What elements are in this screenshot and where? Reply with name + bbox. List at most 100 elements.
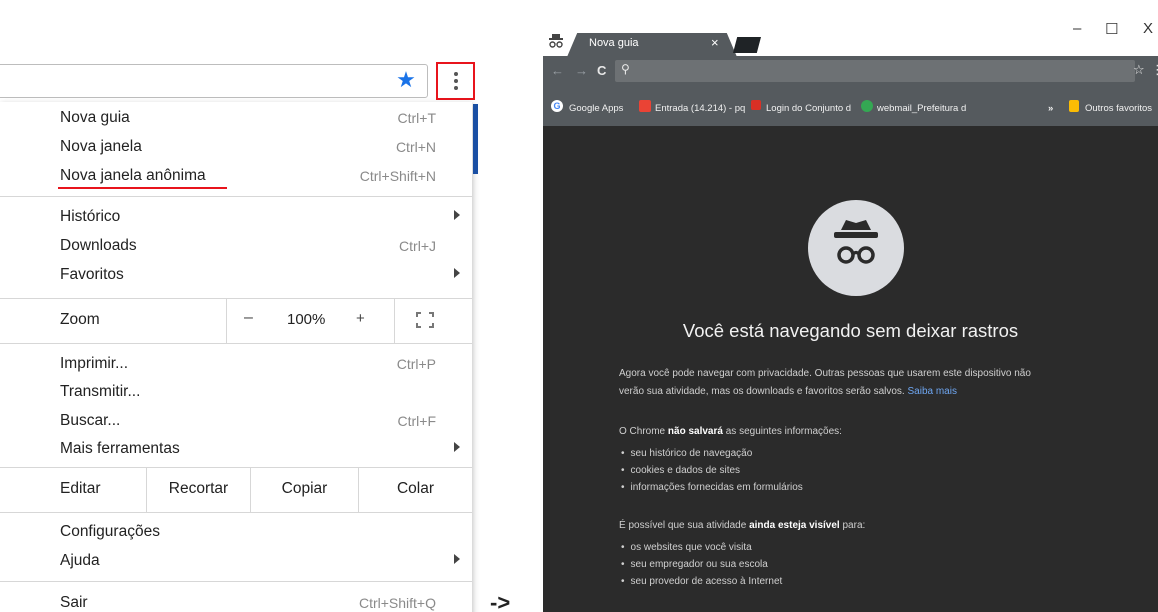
- intro-text: Agora você pode navegar com privacidade.…: [619, 368, 1031, 379]
- menu-item-label: Buscar...: [60, 412, 121, 429]
- close-window-button[interactable]: X: [1143, 20, 1153, 37]
- menu-item-shortcut: Ctrl+Shift+N: [359, 168, 436, 184]
- menu-item-label: Mais ferramentas: [60, 440, 180, 457]
- transition-arrow: ->: [490, 590, 511, 612]
- menu-item-help[interactable]: Ajuda: [0, 547, 472, 575]
- visible-prefix: É possível que sua atividade: [619, 520, 747, 531]
- menu-item-settings[interactable]: Configurações: [0, 518, 472, 546]
- bookmark-inbox[interactable]: Entrada (14.214) - pq: [655, 103, 745, 114]
- menu-item-find[interactable]: Buscar... Ctrl+F: [0, 407, 472, 435]
- chrome-menu-button[interactable]: [436, 62, 475, 100]
- folder-icon: [1069, 100, 1079, 112]
- menu-item-shortcut: Ctrl+Shift+Q: [358, 595, 436, 611]
- submenu-arrow-icon: [454, 210, 460, 220]
- menu-divider: [0, 343, 472, 344]
- zoom-row: Zoom – 100% +: [0, 299, 472, 343]
- cut-button[interactable]: Recortar: [146, 468, 250, 512]
- edit-row: Editar Recortar Copiar Colar: [0, 468, 472, 512]
- list-item: seu histórico de navegação: [621, 448, 753, 459]
- copy-button[interactable]: Copiar: [250, 468, 358, 512]
- incognito-icon: [549, 34, 563, 48]
- cut-label: Recortar: [168, 480, 229, 497]
- menu-item-print[interactable]: Imprimir... Ctrl+P: [0, 350, 472, 378]
- copy-label: Copiar: [281, 480, 328, 497]
- menu-item-shortcut: Ctrl+P: [396, 356, 436, 372]
- menu-item-new-window[interactable]: Nova janela Ctrl+N: [0, 133, 472, 161]
- bookmark-star-icon[interactable]: ☆: [1133, 62, 1145, 78]
- wont-save-heading: O Chrome não salvará as seguintes inform…: [619, 426, 842, 437]
- fullscreen-icon[interactable]: [416, 312, 434, 328]
- menu-item-label: Ajuda: [60, 552, 100, 569]
- learn-more-link[interactable]: Saiba mais: [908, 386, 957, 397]
- menu-item-shortcut: Ctrl+T: [397, 110, 437, 126]
- submenu-arrow-icon: [454, 554, 460, 564]
- menu-item-label: Downloads: [60, 237, 137, 254]
- menu-item-label: Favoritos: [60, 266, 124, 283]
- more-vert-icon: [438, 64, 473, 98]
- menu-item-label: Imprimir...: [60, 355, 129, 372]
- address-bar[interactable]: [615, 60, 1135, 82]
- chrome-main-menu: Nova guia Ctrl+T Nova janela Ctrl+N Nova…: [0, 102, 472, 612]
- menu-divider: [0, 196, 472, 197]
- menu-item-history[interactable]: Histórico: [0, 203, 472, 231]
- incognito-large-icon: [808, 200, 904, 296]
- still-visible-heading: É possível que sua atividade ainda estej…: [619, 520, 865, 531]
- menu-item-label: Sair: [60, 594, 88, 611]
- list-item: informações fornecidas em formulários: [621, 482, 803, 493]
- bookmark-login[interactable]: Login do Conjunto d: [766, 103, 851, 114]
- wont-save-bold: não salvará: [667, 426, 723, 437]
- search-icon: ⚲: [621, 62, 630, 76]
- menu-scrollbar[interactable]: [473, 104, 478, 174]
- bookmark-star-icon[interactable]: ★: [394, 66, 418, 94]
- menu-item-label: Configurações: [60, 523, 160, 540]
- menu-item-new-incognito-window[interactable]: Nova janela anônima Ctrl+Shift+N: [0, 162, 472, 190]
- submenu-arrow-icon: [454, 442, 460, 452]
- menu-item-cast[interactable]: Transmitir...: [0, 378, 472, 406]
- zoom-out-button[interactable]: –: [244, 309, 253, 327]
- bookmark-google-apps[interactable]: Google Apps: [569, 103, 623, 114]
- minimize-button[interactable]: –: [1073, 20, 1081, 37]
- incognito-spy-icon: [834, 220, 878, 264]
- incognito-heading: Você está navegando sem deixar rastros: [682, 320, 1019, 341]
- highlight-underline: [58, 187, 227, 189]
- reload-button[interactable]: C: [597, 63, 606, 78]
- bookmark-other-folder[interactable]: Outros favoritos: [1085, 103, 1152, 114]
- address-bar[interactable]: [0, 64, 428, 98]
- menu-item-exit[interactable]: Sair Ctrl+Shift+Q: [0, 589, 472, 612]
- tab-close-button[interactable]: ×: [711, 35, 719, 50]
- back-button[interactable]: ←: [551, 63, 564, 78]
- menu-item-label: Transmitir...: [60, 383, 141, 400]
- zoom-divider: [394, 299, 395, 343]
- zoom-divider: [226, 299, 227, 343]
- menu-item-shortcut: Ctrl+J: [399, 238, 436, 254]
- menu-item-label: Nova janela anônima: [60, 167, 206, 184]
- menu-divider: [0, 581, 472, 582]
- gmail-icon: [639, 100, 651, 112]
- bookmark-webmail[interactable]: webmail_Prefeitura d: [877, 103, 966, 114]
- tab-title: Nova guia: [589, 37, 639, 49]
- intro-text-part: verão sua atividade, mas os downloads e …: [619, 386, 905, 397]
- visible-suffix: para:: [842, 520, 866, 531]
- edit-label: Editar: [60, 480, 101, 497]
- bookmarks-overflow-button[interactable]: »: [1048, 103, 1053, 114]
- list-item: os websites que você visita: [621, 542, 752, 553]
- paste-button[interactable]: Colar: [358, 468, 472, 512]
- zoom-in-button[interactable]: +: [356, 310, 365, 327]
- paste-label: Colar: [396, 480, 435, 497]
- menu-item-bookmarks[interactable]: Favoritos: [0, 261, 472, 289]
- zoom-label: Zoom: [60, 311, 100, 328]
- chrome-menu-screenshot: ★ Nova guia Ctrl+T Nova janela Ctrl+N No…: [0, 0, 480, 612]
- menu-item-new-tab[interactable]: Nova guia Ctrl+T: [0, 104, 472, 132]
- maximize-button[interactable]: ☐: [1105, 20, 1118, 38]
- submenu-arrow-icon: [454, 268, 460, 278]
- webmail-icon: [861, 100, 873, 112]
- menu-item-label: Nova guia: [60, 109, 130, 126]
- menu-item-more-tools[interactable]: Mais ferramentas: [0, 435, 472, 463]
- intro-text-line2: verão sua atividade, mas os downloads e …: [619, 386, 957, 397]
- forward-button[interactable]: →: [575, 63, 588, 78]
- menu-item-shortcut: Ctrl+F: [397, 413, 437, 429]
- menu-item-downloads[interactable]: Downloads Ctrl+J: [0, 232, 472, 260]
- list-item: cookies e dados de sites: [621, 465, 741, 476]
- more-vert-icon[interactable]: ⋮: [1151, 62, 1158, 78]
- new-tab-button[interactable]: [733, 37, 761, 53]
